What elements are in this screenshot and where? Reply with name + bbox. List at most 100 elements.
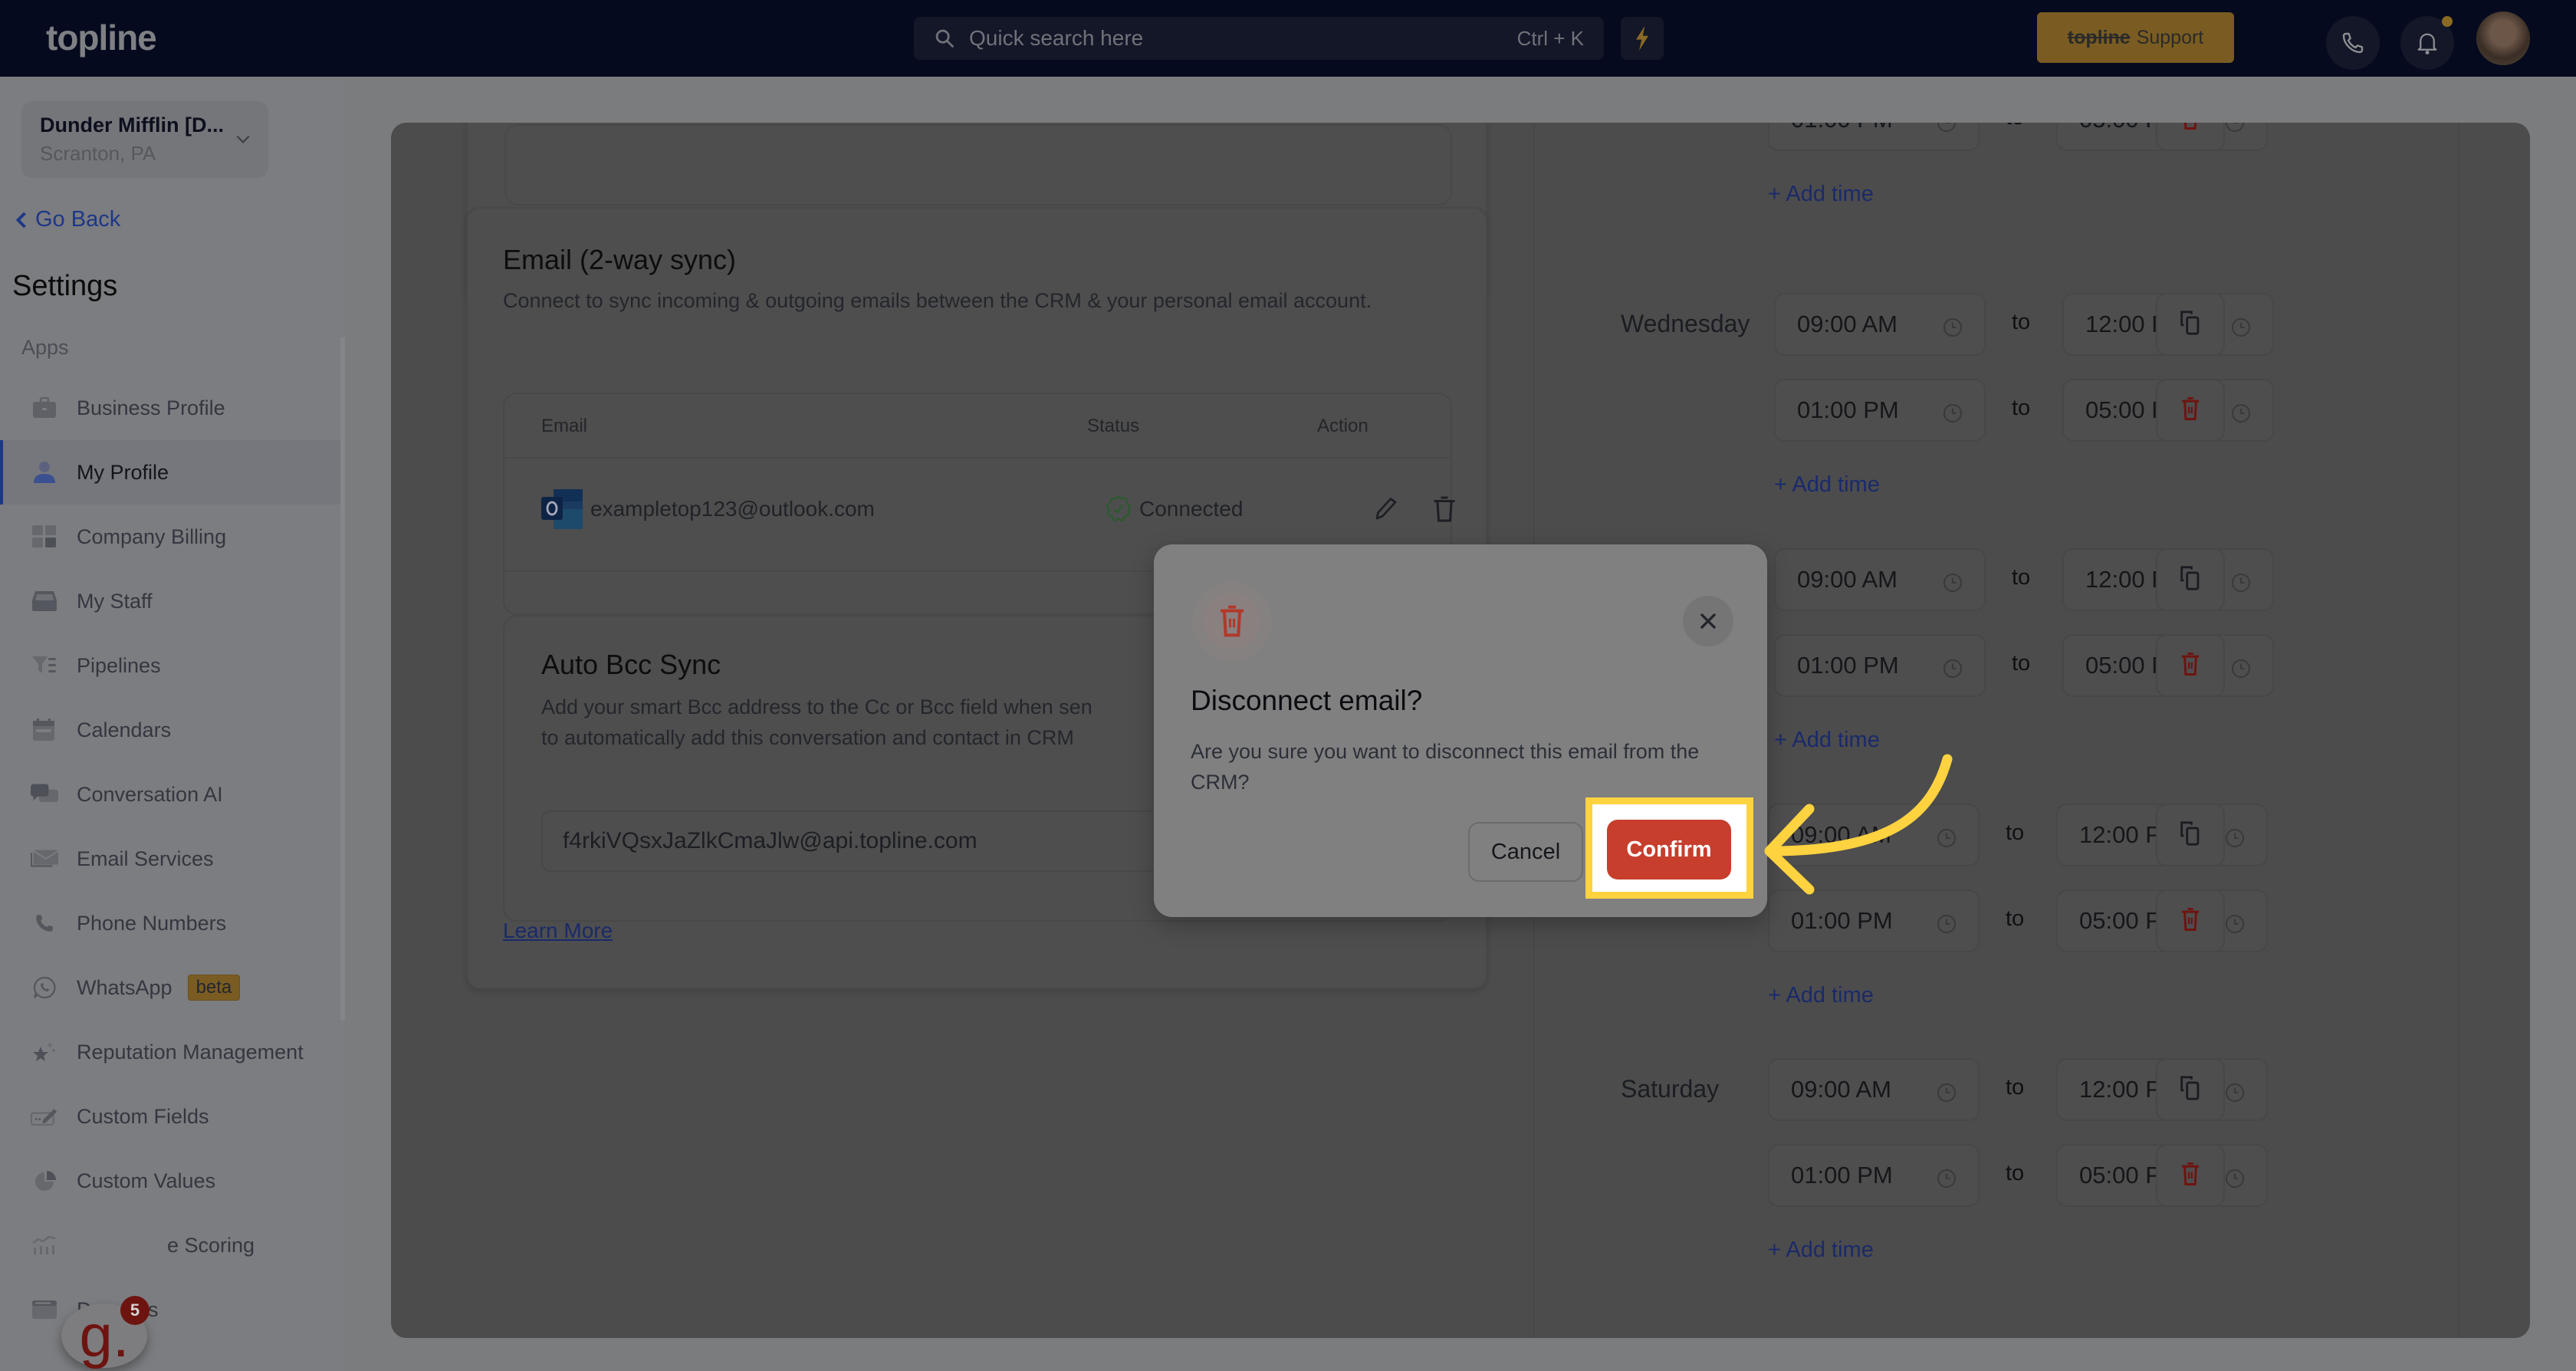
edit-field-icon <box>31 1103 58 1130</box>
sidebar-item-conversation-ai[interactable]: Conversation AI <box>0 762 340 827</box>
filter-list-icon <box>31 652 58 679</box>
time-from-input[interactable]: 09:00 AM <box>1774 548 1986 611</box>
time-from-input[interactable]: 09:00 AM <box>1774 293 1986 356</box>
sidebar-item-company-billing[interactable]: Company Billing <box>0 505 340 569</box>
email-sync-description: Connect to sync incoming & outgoing emai… <box>503 289 1372 312</box>
clock-icon <box>2225 123 2245 133</box>
chart-icon <box>31 1231 58 1259</box>
scroll-track-divider[interactable] <box>2458 123 2459 1338</box>
time-from-input[interactable]: 09:00 AM <box>1768 1058 1980 1121</box>
copy-times-button[interactable] <box>2156 804 2225 866</box>
delete-slot-button[interactable] <box>2156 1144 2225 1207</box>
clock-icon <box>2231 657 2251 679</box>
quick-search[interactable]: Quick search here Ctrl + K <box>914 17 1604 60</box>
time-value: 09:00 AM <box>1791 1076 1891 1103</box>
status-badge: Connected <box>1106 495 1243 523</box>
learn-more-link[interactable]: Learn More <box>503 919 613 943</box>
add-time-link[interactable]: + Add time <box>1774 472 1880 498</box>
clock-icon <box>2225 827 2245 848</box>
sidebar-item-my-staff[interactable]: My Staff <box>0 569 340 633</box>
clock-icon <box>1943 402 1963 423</box>
copy-icon <box>2179 310 2202 340</box>
clock-icon <box>2231 402 2251 423</box>
chat-widget[interactable]: g. 5 <box>61 1296 150 1369</box>
sidebar-item-email-services[interactable]: Email Services <box>0 827 340 891</box>
time-from-input[interactable]: 01:00 PM <box>1768 123 1980 151</box>
time-value: 01:00 PM <box>1797 652 1899 679</box>
notifications-button[interactable] <box>2400 16 2454 70</box>
sidebar-item-custom-values[interactable]: Custom Values <box>0 1149 340 1213</box>
notification-dot <box>2442 16 2453 27</box>
sidebar-item-domains[interactable]: Domains <box>0 1277 340 1342</box>
close-icon <box>1700 613 1717 630</box>
copy-times-button[interactable] <box>2156 1058 2225 1121</box>
delete-slot-button[interactable] <box>2156 889 2225 952</box>
outlook-icon <box>541 489 583 529</box>
support-button[interactable]: topline Support <box>2037 12 2234 63</box>
clock-icon <box>2225 1167 2245 1189</box>
go-back-link[interactable]: Go Back <box>15 207 120 232</box>
add-time-link[interactable]: + Add time <box>1768 1238 1874 1263</box>
sidebar-item-label: Email Services <box>77 847 214 870</box>
add-time-link[interactable]: + Add time <box>1768 983 1874 1008</box>
add-time-link[interactable]: + Add time <box>1768 182 1874 207</box>
delete-slot-button[interactable] <box>2156 379 2225 442</box>
calendar-icon <box>31 716 58 744</box>
time-from-input[interactable]: 01:00 PM <box>1768 1144 1980 1207</box>
phone-button[interactable] <box>2326 16 2380 70</box>
top-bar: topline Quick search here Ctrl + K topli… <box>0 0 2576 77</box>
sidebar-item-reputation-management[interactable]: Reputation Management <box>0 1020 340 1084</box>
sidebar-item-pipelines[interactable]: Pipelines <box>0 633 340 698</box>
quick-actions-button[interactable] <box>1621 17 1664 60</box>
sidebar-item-my-profile[interactable]: My Profile <box>0 440 340 505</box>
time-from-input[interactable]: 01:00 PM <box>1774 379 1986 442</box>
time-from-input[interactable]: 01:00 PM <box>1768 889 1980 952</box>
cancel-button[interactable]: Cancel <box>1468 822 1583 882</box>
time-value: 09:00 AM <box>1797 566 1898 593</box>
edit-pencil-icon[interactable] <box>1372 495 1400 523</box>
browser-window-icon <box>31 1296 58 1323</box>
section-label-apps: Apps <box>21 336 69 359</box>
delete-slot-button[interactable] <box>2156 634 2225 697</box>
clock-icon <box>1937 123 1957 133</box>
sidebar-scrollbar[interactable] <box>340 337 345 1020</box>
delete-slot-button[interactable] <box>2156 123 2225 151</box>
sidebar-item-business-profile[interactable]: Business Profile <box>0 376 340 440</box>
support-label: Support <box>2136 26 2204 48</box>
clock-icon <box>1943 316 1963 337</box>
time-value: 01:00 PM <box>1791 123 1893 133</box>
app-logo[interactable]: topline <box>46 17 157 58</box>
sidebar-item-whatsapp[interactable]: WhatsApp beta <box>0 955 340 1020</box>
trash-icon <box>2179 396 2202 425</box>
phone-icon <box>31 909 58 937</box>
mail-icon <box>31 845 58 873</box>
trash-icon <box>2179 123 2202 134</box>
search-shortcut: Ctrl + K <box>1516 26 1584 50</box>
user-avatar[interactable] <box>2476 12 2530 65</box>
auto-bcc-description-2: to automatically add this conversation a… <box>541 726 1074 749</box>
sidebar-item-label: Pipelines <box>77 653 161 677</box>
sidebar-item-phone-numbers[interactable]: Phone Numbers <box>0 891 340 955</box>
search-placeholder: Quick search here <box>969 26 1144 50</box>
time-from-input[interactable]: 01:00 PM <box>1774 634 1986 697</box>
user-icon <box>31 459 58 486</box>
phone-icon <box>2342 32 2364 54</box>
pie-icon <box>31 1167 58 1195</box>
delete-trash-icon[interactable] <box>1431 495 1458 523</box>
dialog-close-button[interactable] <box>1683 596 1733 646</box>
sidebar-item-lead-scoring[interactable]: e Scoring <box>0 1213 340 1277</box>
sidebar-item-label: Custom Fields <box>77 1104 209 1128</box>
sidebar-item-label: Calendars <box>77 718 172 741</box>
copy-times-button[interactable] <box>2156 548 2225 611</box>
email-sync-title: Email (2-way sync) <box>503 244 737 275</box>
trash-icon <box>2179 907 2202 935</box>
sidebar-item-custom-fields[interactable]: Custom Fields <box>0 1084 340 1149</box>
confirm-button[interactable]: Confirm <box>1607 820 1731 879</box>
clock-icon <box>1937 1081 1957 1103</box>
chat-bubbles-icon <box>31 781 58 808</box>
copy-times-button[interactable] <box>2156 293 2225 356</box>
column-header-email: Email <box>541 416 588 436</box>
sidebar-item-calendars[interactable]: Calendars <box>0 698 340 762</box>
location-switcher[interactable]: Dunder Mifflin [D... Scranton, PA <box>21 101 268 178</box>
sidebar-item-label: Reputation Management <box>77 1040 304 1064</box>
